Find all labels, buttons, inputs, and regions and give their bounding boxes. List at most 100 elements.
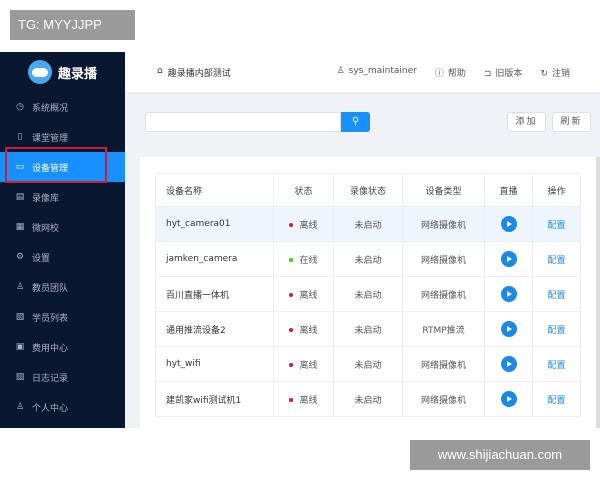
sidebar-item[interactable]: ▤ 录像库 — [0, 182, 125, 212]
watermark: www.shijiachuan.com — [410, 440, 590, 470]
status-cell: 离线 — [273, 276, 334, 312]
play-icon[interactable] — [500, 251, 517, 267]
user-icon: ♙ — [336, 65, 345, 76]
scrollbar[interactable] — [596, 157, 600, 428]
app-window: 趣录播 ◷ 系统概况 ▯ 课堂管理 ▭ 设备管理 ▤ 录像库 ▦ 微网校 ⚙ 设置 ♙ 教员团队 ▧ 学员列表… — [0, 52, 600, 428]
logout-link[interactable]: ↻ 注销 — [540, 66, 570, 79]
sidebar-item[interactable]: ♙ 个人中心 — [0, 392, 125, 422]
header: ⌂ 趣录播内部测试 ♙ sys_maintainer ⓘ 帮助 ⊐ 旧版本 ↻ 注销 — [125, 52, 600, 92]
live-cell — [484, 241, 533, 277]
sidebar-item-label: 日志记录 — [32, 373, 69, 384]
sidebar-item[interactable]: ▦ 微网校 — [0, 212, 125, 242]
sidebar-item-label: 费用中心 — [32, 343, 69, 354]
video-library-icon: ▤ — [15, 192, 25, 202]
sidebar-item[interactable]: ▧ 学员列表 — [0, 302, 125, 332]
sidebar-item[interactable]: ▧ 日志记录 — [0, 362, 125, 392]
action-cell: 配置 — [532, 381, 581, 417]
sidebar-item[interactable]: ▣ 费用中心 — [0, 332, 125, 362]
live-cell — [484, 206, 533, 242]
play-icon[interactable] — [500, 321, 517, 337]
column-header: 状态 — [273, 173, 334, 207]
sidebar-item-label: 系统概况 — [32, 103, 69, 114]
old-version-link[interactable]: ⊐ 旧版本 — [484, 66, 523, 79]
breadcrumb: ⌂ 趣录播内部测试 — [157, 66, 231, 79]
table-row[interactable]: hyt_wifi 离线 未启动 网络摄像机 配置 — [155, 346, 581, 382]
search-button[interactable]: ⚲ — [341, 112, 370, 132]
home-icon: ⌂ — [157, 65, 163, 76]
device-table-card: 设备名称 状态 录像状态 设备类型 直播 操作 hyt_camera01 离线 未启动 网… — [140, 157, 597, 428]
play-icon[interactable] — [500, 216, 517, 232]
user-icon: ♙ — [15, 402, 25, 412]
highlight-box — [5, 147, 107, 183]
sidebar-item-label: 录像库 — [32, 193, 60, 204]
configure-link[interactable]: 配置 — [547, 221, 565, 231]
table-row[interactable]: jamken_camera 在线 未启动 网络摄像机 配置 — [155, 241, 581, 277]
sidebar-item[interactable]: ◷ 系统概况 — [0, 92, 125, 122]
device-name: 建凯家wifi测试机1 — [155, 381, 274, 417]
action-cell: 配置 — [532, 276, 581, 312]
column-header: 录像状态 — [333, 173, 403, 207]
add-button[interactable]: 添加 — [507, 112, 546, 132]
refresh-button[interactable]: 刷新 — [552, 112, 591, 132]
play-icon[interactable] — [500, 356, 517, 372]
action-cell: 配置 — [532, 206, 581, 242]
help-link[interactable]: ⓘ 帮助 — [435, 66, 466, 79]
table-row[interactable]: 百川直播一体机 离线 未启动 网络摄像机 配置 — [155, 276, 581, 312]
book-icon: ▯ — [17, 132, 23, 142]
device-name: hyt_camera01 — [155, 206, 274, 242]
table-row[interactable]: hyt_camera01 离线 未启动 网络摄像机 配置 — [155, 206, 581, 242]
record-status: 未启动 — [333, 241, 403, 277]
device-name: jamken_camera — [155, 241, 274, 277]
record-status: 未启动 — [333, 206, 403, 242]
status-dot — [289, 223, 294, 227]
search-icon: ⚲ — [351, 116, 360, 127]
school-icon: ▦ — [15, 222, 25, 232]
cloud-logo-icon — [27, 60, 52, 84]
sidebar-item-label: 教员团队 — [32, 283, 69, 294]
list-icon: ▧ — [15, 312, 25, 322]
breadcrumb-title: 趣录播内部测试 — [167, 68, 231, 79]
device-name: hyt_wifi — [155, 346, 274, 382]
configure-link[interactable]: 配置 — [547, 396, 565, 406]
configure-link[interactable]: 配置 — [547, 256, 565, 266]
configure-link[interactable]: 配置 — [547, 326, 565, 336]
team-icon: ♙ — [15, 282, 25, 292]
play-icon[interactable] — [500, 391, 517, 407]
back-icon: ⊐ — [483, 68, 492, 79]
device-type: RTMP推流 — [402, 311, 485, 347]
action-cell: 配置 — [532, 346, 581, 382]
sidebar: 趣录播 ◷ 系统概况 ▯ 课堂管理 ▭ 设备管理 ▤ 录像库 ▦ 微网校 ⚙ 设置 ♙ 教员团队 ▧ 学员列表… — [0, 52, 125, 428]
column-header: 直播 — [484, 173, 533, 207]
log-icon: ▧ — [15, 372, 25, 382]
status-cell: 离线 — [273, 206, 334, 242]
search-input[interactable] — [145, 112, 341, 132]
device-name: 通用推流设备2 — [155, 311, 274, 347]
column-header: 操作 — [532, 173, 581, 207]
device-table: 设备名称 状态 录像状态 设备类型 直播 操作 hyt_camera01 离线 未启动 网… — [155, 173, 581, 417]
table-row[interactable]: 建凯家wifi测试机1 离线 未启动 网络摄像机 配置 — [155, 381, 581, 417]
sidebar-item[interactable]: ♙ 教员团队 — [0, 272, 125, 302]
play-icon[interactable] — [500, 286, 517, 302]
status-cell: 离线 — [273, 311, 334, 347]
sidebar-item-label: 微网校 — [32, 223, 60, 234]
live-cell — [484, 311, 533, 347]
status-cell: 离线 — [273, 381, 334, 417]
device-type: 网络摄像机 — [402, 381, 485, 417]
dashboard-icon: ◷ — [16, 102, 24, 112]
action-cell: 配置 — [532, 241, 581, 277]
status-dot — [289, 258, 294, 262]
record-status: 未启动 — [333, 276, 403, 312]
overlay-label: TG: MYYJJPP — [10, 10, 135, 40]
user-menu[interactable]: ♙ sys_maintainer — [337, 66, 417, 79]
configure-link[interactable]: 配置 — [547, 361, 565, 371]
sidebar-item[interactable]: ⚙ 设置 — [0, 242, 125, 272]
configure-link[interactable]: 配置 — [547, 291, 565, 301]
status-dot — [289, 363, 294, 367]
help-icon: ⓘ — [434, 68, 444, 79]
status-dot — [289, 293, 294, 297]
record-status: 未启动 — [333, 311, 403, 347]
gear-icon: ⚙ — [15, 252, 25, 262]
table-row[interactable]: 通用推流设备2 离线 未启动 RTMP推流 配置 — [155, 311, 581, 347]
status-dot — [289, 328, 294, 332]
app-logo: 趣录播 — [0, 52, 125, 92]
